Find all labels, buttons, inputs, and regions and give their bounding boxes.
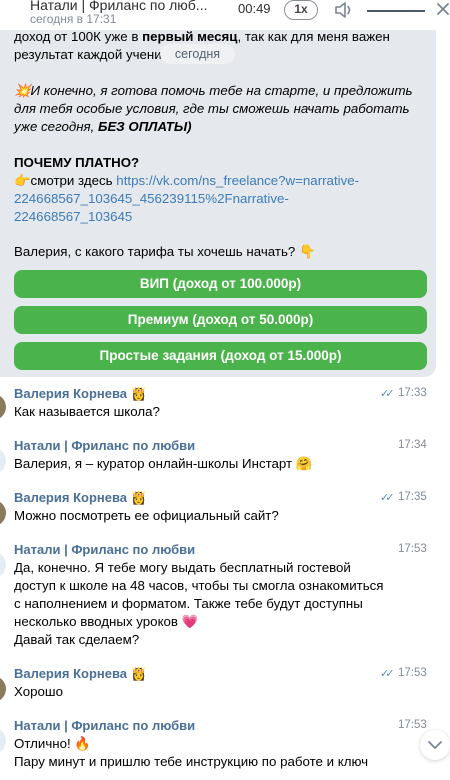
date-divider: сегодня: [160, 44, 235, 64]
avatar[interactable]: [0, 676, 6, 702]
premium-tariff-button[interactable]: Премиум (доход от 50.000р): [14, 306, 427, 334]
message-text: Как называется школа?: [14, 404, 160, 419]
sender-name[interactable]: Валерия Корнева 👸: [14, 386, 147, 402]
read-checkmarks-icon: ✓✓: [380, 388, 395, 400]
sender-name[interactable]: Натали | Фриланс по любви: [14, 718, 195, 733]
close-icon[interactable]: [436, 2, 450, 16]
sender-name[interactable]: Натали | Фриланс по любви: [14, 542, 195, 557]
scroll-down-button[interactable]: [420, 730, 450, 760]
message-text: Валерия, я – куратор онлайн-школы Инстар…: [14, 456, 313, 471]
message-text-line: 💥И конечно, я готова помочь тебе на стар…: [14, 83, 413, 98]
message-time: 17:33: [398, 387, 427, 399]
message-text: доступ к школе на 48 часов, чтобы ты смо…: [14, 578, 384, 593]
audio-player-bar: Натали | Фриланс по люб... сегодня в 17:…: [0, 0, 450, 30]
player-subtitle: сегодня в 17:31: [30, 12, 117, 26]
simple-tasks-tariff-button[interactable]: Простые задания (доход от 15.000р): [14, 342, 427, 370]
message-time: 17:53: [398, 667, 427, 679]
sender-name[interactable]: Валерия Корнева 👸: [14, 490, 147, 506]
chevron-down-icon: [428, 741, 442, 749]
message-text: Отлично! 🔥: [14, 736, 91, 751]
read-checkmarks-icon: ✓✓: [380, 668, 395, 680]
message-text: Да, конечно. Я тебе могу выдать бесплатн…: [14, 560, 351, 575]
sender-name[interactable]: Натали | Фриланс по любви: [14, 438, 195, 453]
avatar[interactable]: [0, 552, 6, 578]
speaker-icon[interactable]: [334, 0, 356, 20]
message-text: с наполнением и форматом. Также тебе буд…: [14, 596, 363, 611]
read-checkmarks-icon: ✓✓: [380, 492, 395, 504]
avatar[interactable]: [0, 500, 6, 526]
message-text-line: результат каждой учени: [14, 47, 162, 62]
avatar[interactable]: [0, 394, 6, 420]
message-time: 17:34: [398, 439, 427, 451]
message-text-line: 👉смотри здесь https://vk.com/ns_freelanc…: [14, 173, 360, 188]
message-text-line: для тебя особые условия, где ты сможешь …: [14, 101, 410, 116]
avatar[interactable]: [0, 728, 6, 754]
message-text-line: уже сегодня, БЕЗ ОПЛАТЫ): [14, 119, 192, 134]
why-paid-heading: ПОЧЕМУ ПЛАТНО?: [14, 155, 140, 170]
narrative-link-cont[interactable]: 224668567_103645: [14, 208, 132, 226]
tariff-question: Валерия, с какого тарифа ты хочешь начат…: [14, 244, 316, 259]
message-text: Можно посмотреть ее официальный сайт?: [14, 508, 279, 523]
volume-slider[interactable]: [367, 10, 425, 12]
playback-speed-button[interactable]: 1x: [284, 0, 318, 20]
narrative-link-cont[interactable]: 224668567_103645_456239115%2Fnarrative-: [14, 190, 289, 208]
narrative-link[interactable]: https://vk.com/ns_freelance?w=narrative-: [116, 173, 359, 188]
message-text: Пару минут и пришлю тебе инструкцию по р…: [14, 754, 369, 769]
message-time: 17:53: [398, 543, 427, 555]
message-text: несколько вводных уроков 💗: [14, 614, 199, 629]
vip-tariff-button[interactable]: ВИП (доход от 100.000р): [14, 270, 427, 298]
message-time: 17:35: [398, 491, 427, 503]
avatar[interactable]: [0, 448, 6, 474]
message-text: Давай так сделаем?: [14, 632, 140, 647]
player-time: 00:49: [238, 1, 271, 16]
message-text: Хорошо: [14, 684, 63, 699]
sender-name[interactable]: Валерия Корнева 👸: [14, 666, 147, 682]
